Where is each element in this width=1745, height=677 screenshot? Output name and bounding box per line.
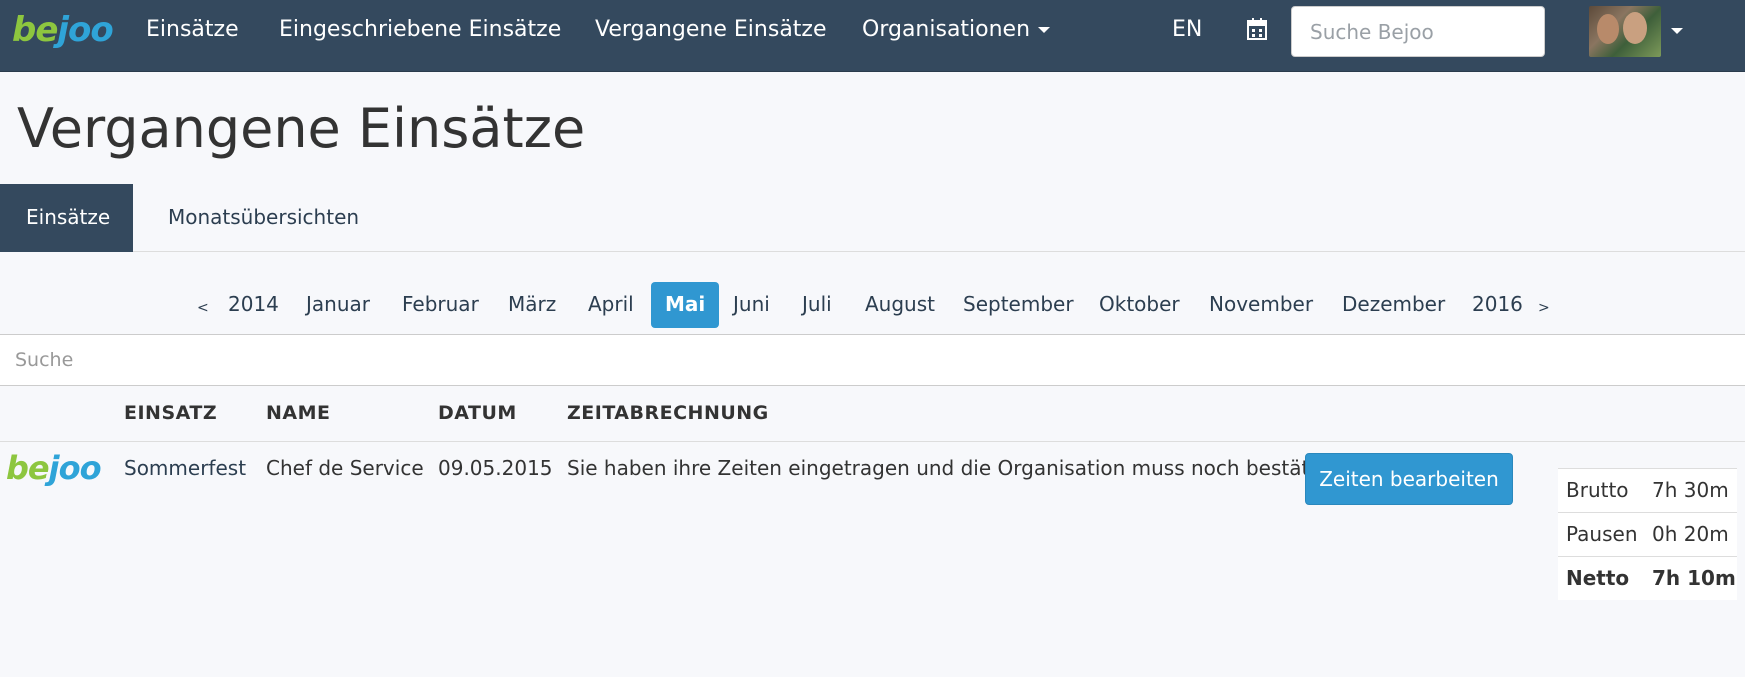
filter-search-input[interactable] [0,335,1745,385]
pager-prev-year[interactable]: 2014 [228,282,279,328]
pager-month-august[interactable]: August [865,282,935,328]
global-search-input[interactable] [1291,6,1545,57]
avatar-face-2 [1623,12,1647,44]
cell-datum: 09.05.2015 [438,456,553,480]
top-navbar: bejoo Einsätze Eingeschriebene Einsätze … [0,0,1745,72]
row-logo-text-part1: be [6,449,50,487]
cell-name: Chef de Service [266,456,424,480]
month-pager: < 2014 Januar Februar März April Mai Jun… [0,282,1745,328]
row-logo-text-part2: joo [48,449,102,487]
column-header-datum: DATUM [438,402,517,424]
column-header-name: NAME [266,402,331,424]
tab-monatsuebersichten[interactable]: Monatsübersichten [142,184,385,252]
logo-text-part2: joo [57,10,113,50]
view-tabs: Einsätze Monatsübersichten [0,184,1745,252]
table-row-divider [0,441,1745,442]
user-avatar[interactable] [1589,6,1661,57]
summary-row-netto: Netto 7h 10m [1558,556,1737,600]
summary-value: 0h 20m [1652,522,1729,546]
pager-month-juli[interactable]: Juli [802,282,832,328]
column-header-zeitabrechnung: ZEITABRECHNUNG [567,402,769,424]
avatar-face-1 [1597,14,1619,44]
user-menu-chevron-down-icon[interactable] [1671,28,1683,34]
nav-einsaetze[interactable]: Einsätze [146,0,239,62]
prev-year-arrow[interactable]: < [197,286,209,332]
nav-vergangene-einsaetze[interactable]: Vergangene Einsätze [595,0,827,62]
einsatz-link[interactable]: Sommerfest [124,455,246,481]
pager-month-september[interactable]: September [963,282,1074,328]
time-summary-table: Brutto 7h 30m Pausen 0h 20m Netto 7h 10m [1558,468,1737,600]
summary-value: 7h 30m [1652,478,1729,502]
organisation-logo: bejoo [6,446,102,490]
calendar-icon[interactable] [1247,18,1267,40]
summary-label: Pausen [1566,522,1638,546]
pager-month-oktober[interactable]: Oktober [1099,282,1180,328]
chevron-down-icon [1038,27,1051,33]
cell-zeitabrechnung-status: Sie haben ihre Zeiten eingetragen und di… [567,456,1353,480]
pager-month-dezember[interactable]: Dezember [1342,282,1445,328]
tab-einsaetze[interactable]: Einsätze [0,184,133,252]
pager-month-april[interactable]: April [588,282,634,328]
page-title: Vergangene Einsätze [17,97,586,160]
bejoo-logo[interactable]: bejoo [12,8,114,52]
summary-row-brutto: Brutto 7h 30m [1558,468,1737,512]
pager-month-juni[interactable]: Juni [733,282,770,328]
summary-label: Brutto [1566,478,1629,502]
summary-row-pausen: Pausen 0h 20m [1558,512,1737,556]
logo-text-part1: be [12,10,58,50]
edit-times-button[interactable]: Zeiten bearbeiten [1305,453,1513,505]
table-filter [0,334,1745,386]
pager-month-maerz[interactable]: März [508,282,556,328]
language-toggle[interactable]: EN [1172,0,1202,62]
pager-month-januar[interactable]: Januar [306,282,370,328]
pager-month-februar[interactable]: Februar [402,282,479,328]
nav-organisationen-label: Organisationen [862,17,1031,42]
summary-label: Netto [1566,566,1630,590]
pager-next-year[interactable]: 2016 [1472,282,1523,328]
summary-value: 7h 10m [1652,566,1736,590]
pager-month-mai[interactable]: Mai [651,282,720,328]
nav-organisationen-dropdown[interactable]: Organisationen [862,0,1051,62]
next-year-arrow[interactable]: > [1538,286,1550,332]
column-header-einsatz: EINSATZ [124,402,218,424]
pager-month-november[interactable]: November [1209,282,1313,328]
nav-eingeschriebene-einsaetze[interactable]: Eingeschriebene Einsätze [279,0,561,62]
